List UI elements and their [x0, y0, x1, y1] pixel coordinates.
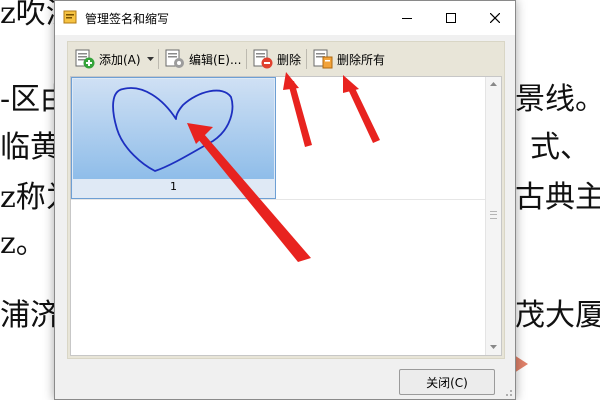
annotation-arrow-signature	[187, 123, 311, 262]
annotation-arrows	[187, 72, 380, 262]
annotation-arrow-delete	[283, 72, 312, 147]
annotation-arrow-delete-all	[343, 75, 380, 143]
